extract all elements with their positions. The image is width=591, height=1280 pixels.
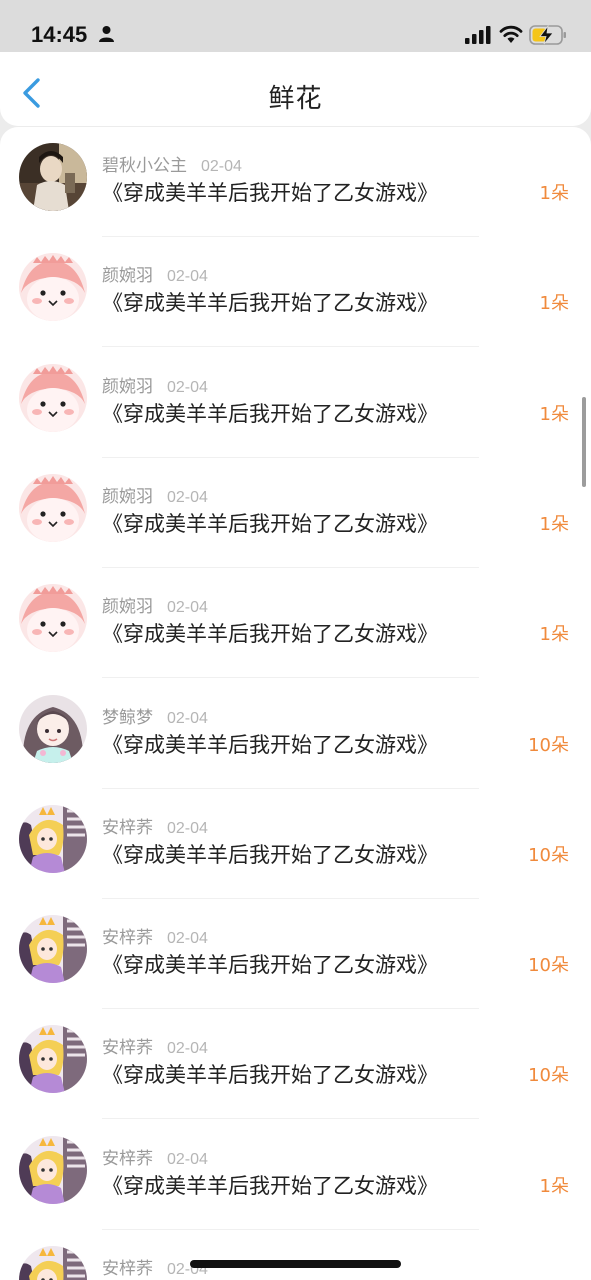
user-name[interactable]: 颜婉羽	[102, 487, 153, 507]
user-name[interactable]: 梦鲸梦	[102, 708, 153, 728]
list-item[interactable]: 安梓荞 02-04 《穿成美羊羊后我开始了乙女游戏》 1朵	[0, 1120, 591, 1230]
avatar[interactable]	[19, 143, 87, 211]
user-name[interactable]: 颜婉羽	[102, 266, 153, 286]
list-item[interactable]: 安梓荞 02-04	[0, 1230, 591, 1280]
book-title[interactable]: 《穿成美羊羊后我开始了乙女游戏》	[102, 1170, 438, 1200]
nav-bar: 鲜花	[0, 52, 591, 126]
avatar[interactable]	[19, 584, 87, 653]
list-item[interactable]: 安梓荞 02-04 《穿成美羊羊后我开始了乙女游戏》 10朵	[0, 1009, 591, 1120]
gift-date: 02-04	[167, 1150, 208, 1168]
home-indicator[interactable]	[190, 1260, 401, 1268]
flower-count: 10朵	[528, 955, 569, 977]
flower-count: 1朵	[539, 183, 569, 204]
status-time: 14:45	[31, 22, 88, 47]
user-name-line: 颜婉羽 02-04	[102, 372, 208, 397]
wifi-icon	[499, 25, 523, 43]
user-name-line: 颜婉羽 02-04	[102, 592, 208, 617]
user-name[interactable]: 安梓荞	[102, 928, 153, 948]
person-icon	[99, 26, 114, 42]
avatar[interactable]	[19, 473, 87, 542]
list-item[interactable]: 安梓荞 02-04 《穿成美羊羊后我开始了乙女游戏》 10朵	[0, 789, 591, 899]
gift-date: 02-04	[167, 930, 208, 948]
gift-date: 02-04	[167, 1040, 208, 1058]
avatar[interactable]	[19, 1025, 87, 1094]
avatar[interactable]	[19, 694, 87, 763]
book-title[interactable]: 《穿成美羊羊后我开始了乙女游戏》	[102, 287, 438, 317]
user-name[interactable]: 安梓荞	[102, 1038, 153, 1058]
gift-date: 02-04	[167, 268, 208, 286]
user-name-line: 碧秋小公主 02-04	[102, 151, 242, 176]
user-name[interactable]: 安梓荞	[102, 818, 153, 838]
avatar[interactable]	[19, 804, 87, 873]
flower-count: 1朵	[539, 624, 569, 646]
list-item[interactable]: 颜婉羽 02-04 《穿成美羊羊后我开始了乙女游戏》 1朵	[0, 348, 591, 458]
book-title[interactable]: 《穿成美羊羊后我开始了乙女游戏》	[102, 618, 438, 648]
avatar[interactable]	[19, 363, 87, 432]
avatar[interactable]	[19, 915, 87, 984]
user-name[interactable]: 安梓荞	[102, 1149, 153, 1169]
book-title[interactable]: 《穿成美羊羊后我开始了乙女游戏》	[102, 729, 438, 759]
avatar[interactable]	[19, 253, 87, 322]
list-item[interactable]: 梦鲸梦 02-04 《穿成美羊羊后我开始了乙女游戏》 10朵	[0, 679, 591, 789]
cellular-signal-icon	[465, 26, 491, 44]
user-name-line: 安梓荞 02-04	[102, 813, 208, 838]
book-title[interactable]: 《穿成美羊羊后我开始了乙女游戏》	[102, 508, 438, 538]
gift-date: 02-04	[167, 488, 208, 506]
user-name[interactable]: 颜婉羽	[102, 377, 153, 397]
avatar[interactable]	[19, 1135, 87, 1204]
user-name-line: 颜婉羽 02-04	[102, 261, 208, 286]
list-item[interactable]: 颜婉羽 02-04 《穿成美羊羊后我开始了乙女游戏》 1朵	[0, 568, 591, 679]
book-title[interactable]: 《穿成美羊羊后我开始了乙女游戏》	[102, 949, 438, 979]
flower-count: 1朵	[539, 403, 569, 425]
gift-date: 02-04	[167, 378, 208, 396]
user-name[interactable]: 颜婉羽	[102, 597, 153, 617]
user-name-line: 安梓荞 02-04	[102, 923, 208, 948]
list-item[interactable]: 碧秋小公主 02-04 《穿成美羊羊后我开始了乙女游戏》 1朵	[0, 127, 591, 237]
flower-count: 10朵	[528, 844, 569, 866]
user-name-line: 安梓荞 02-04	[102, 1144, 208, 1169]
book-title[interactable]: 《穿成美羊羊后我开始了乙女游戏》	[102, 1059, 438, 1089]
gift-date: 02-04	[167, 709, 208, 727]
page-title: 鲜花	[268, 84, 323, 114]
user-name-line: 安梓荞 02-04	[102, 1033, 208, 1058]
list-item[interactable]: 安梓荞 02-04 《穿成美羊羊后我开始了乙女游戏》 10朵	[0, 899, 591, 1010]
flower-count: 1朵	[539, 1175, 569, 1197]
list-item[interactable]: 颜婉羽 02-04 《穿成美羊羊后我开始了乙女游戏》 1朵	[0, 458, 591, 568]
book-title[interactable]: 《穿成美羊羊后我开始了乙女游戏》	[102, 177, 438, 207]
status-bar: 14:45	[0, 0, 591, 52]
user-name[interactable]: 碧秋小公主	[102, 156, 187, 176]
scrollbar[interactable]	[582, 397, 586, 487]
gift-date: 02-04	[167, 819, 208, 837]
list-item[interactable]: 颜婉羽 02-04 《穿成美羊羊后我开始了乙女游戏》 1朵	[0, 237, 591, 348]
flower-count: 10朵	[528, 734, 569, 756]
avatar[interactable]	[19, 1246, 87, 1280]
flower-count: 1朵	[539, 293, 569, 315]
flower-count: 10朵	[528, 1065, 569, 1087]
gift-date: 02-04	[201, 158, 242, 175]
book-title[interactable]: 《穿成美羊羊后我开始了乙女游戏》	[102, 839, 438, 869]
flower-list[interactable]: 碧秋小公主 02-04 《穿成美羊羊后我开始了乙女游戏》 1朵 颜婉羽 02-04 《穿成美…	[0, 127, 591, 1280]
user-name-line: 梦鲸梦 02-04	[102, 703, 208, 728]
gift-date: 02-04	[167, 599, 208, 617]
user-name-line: 颜婉羽 02-04	[102, 482, 208, 507]
book-title[interactable]: 《穿成美羊羊后我开始了乙女游戏》	[102, 398, 438, 428]
flower-count: 1朵	[539, 513, 569, 535]
battery-charging-icon	[529, 24, 566, 45]
user-name[interactable]: 安梓荞	[102, 1259, 153, 1279]
